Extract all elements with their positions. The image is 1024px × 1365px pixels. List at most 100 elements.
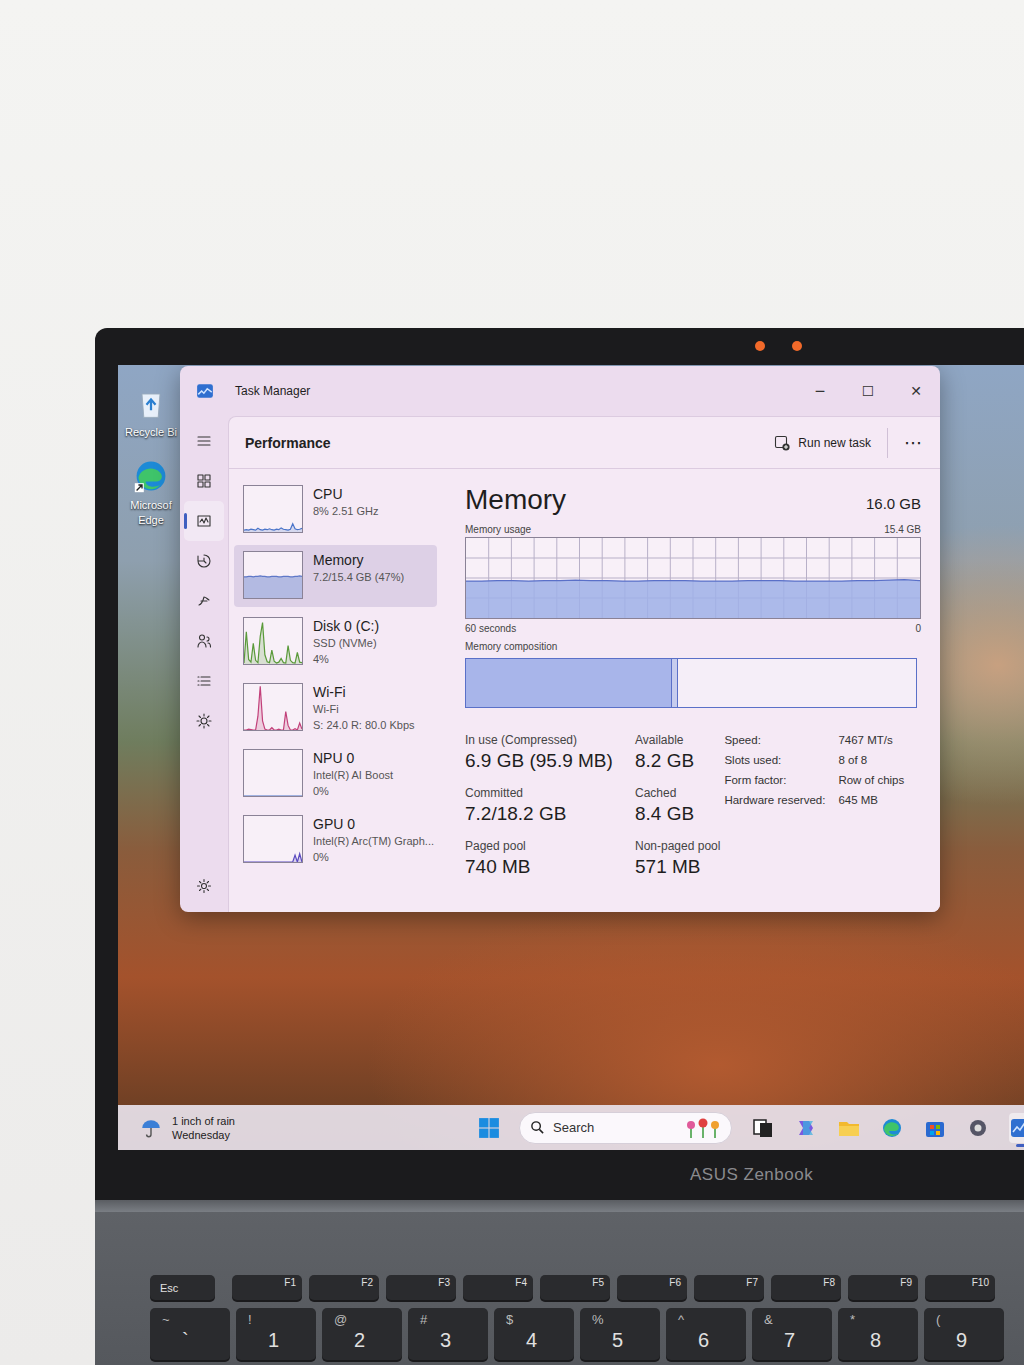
taskbar-app[interactable] [794,1113,818,1143]
resource-item[interactable]: NPU 0 Intel(R) AI Boost0% [234,743,437,805]
key-symbol: & [764,1312,820,1328]
spec-value: 8 of 8 [838,753,904,768]
key[interactable]: Esc [150,1275,215,1300]
taskbar-app[interactable] [1009,1113,1024,1143]
photo: Recycle Bi MicrosofEdge Task Manager ─☐✕… [0,0,1024,1365]
stat-value: 8.2 GB [635,748,720,773]
resource-detail: 4% [313,651,379,667]
key[interactable]: F6 [617,1275,687,1300]
taskbar-app[interactable] [751,1113,775,1143]
key[interactable]: F7 [694,1275,764,1300]
key-label: ` [162,1328,218,1352]
taskbar-app[interactable] [966,1113,990,1143]
number-key-row: ~ `! 1@ 2# 3$ 4% 5^ 6& 7* 8( 9 [150,1308,1024,1360]
stat-value: 7.2/18.2 GB [465,801,635,826]
nav-rail [180,416,228,912]
resource-item[interactable]: Disk 0 (C:) SSD (NVMe)4% [234,611,437,673]
key-label: F2 [361,1277,373,1289]
composition-title: Memory composition [465,640,921,653]
active-indicator [1016,1144,1024,1147]
hinge [95,1200,1024,1212]
resource-item[interactable]: Wi-Fi Wi-FiS: 24.0 R: 80.0 Kbps [234,677,437,739]
key-label: 9 [936,1328,992,1352]
key-label: 5 [592,1328,648,1352]
key[interactable]: ~ ` [150,1308,230,1360]
spec-value: 7467 MT/s [838,733,904,748]
time-span: 60 seconds [465,622,516,635]
taskbar-app[interactable] [923,1113,947,1143]
window-control-button[interactable]: ─ [796,383,844,399]
key[interactable]: # 3 [408,1308,488,1360]
key[interactable]: F3 [386,1275,456,1300]
stat-label: Cached [635,786,720,801]
stats-grid: In use (Compressed) 6.9 GB (95.9 MB)Avai… [465,733,720,879]
key[interactable]: * 8 [838,1308,918,1360]
nav-icon [196,513,212,529]
key[interactable]: % 5 [580,1308,660,1360]
resource-name: GPU 0 [313,815,434,833]
nav-item[interactable] [184,421,224,461]
memory-stats: In use (Compressed) 6.9 GB (95.9 MB)Avai… [465,733,921,879]
key[interactable]: $ 4 [494,1308,574,1360]
windows-start-icon[interactable] [478,1117,500,1139]
resource-item[interactable]: Memory 7.2/15.4 GB (47%) [234,545,437,607]
taskbar-app[interactable] [837,1113,861,1143]
key-symbol: $ [506,1312,562,1328]
key-symbol: @ [334,1312,390,1328]
key[interactable]: @ 2 [322,1308,402,1360]
stat-label: Non-paged pool [635,839,720,854]
resource-item[interactable]: GPU 0 Intel(R) Arc(TM) Graph...0% [234,809,437,871]
spec-label: Speed: [724,733,838,748]
composition-segment[interactable] [672,659,678,707]
window-control-button[interactable]: ☐ [844,383,892,399]
more-button[interactable]: ⋯ [900,432,926,453]
desktop-icon-label: Microsof [130,498,172,513]
nav-item[interactable] [184,581,224,621]
window-body: Performance Run new task ⋯ CPU 8% 2.51 G… [180,416,940,912]
stat-value: 8.4 GB [635,801,720,826]
key[interactable]: F1 [232,1275,302,1300]
key-label: 4 [506,1328,562,1352]
desktop-icon[interactable]: Recycle Bi [125,385,177,440]
taskbar-apps: Search [478,1112,1024,1144]
weather-widget[interactable]: 1 inch of rainWednesday [140,1114,478,1142]
weather-line: 1 inch of rain [172,1114,235,1128]
key-label: 2 [334,1328,390,1352]
task-manager-window[interactable]: Task Manager ─☐✕ Performance Run new tas… [180,366,940,912]
run-new-task-button[interactable]: Run new task [768,431,877,455]
run-task-icon [774,435,790,451]
nav-item[interactable] [184,661,224,701]
key[interactable]: F5 [540,1275,610,1300]
key[interactable]: & 7 [752,1308,832,1360]
resource-item[interactable]: CPU 8% 2.51 GHz [234,479,437,541]
key[interactable]: F8 [771,1275,841,1300]
nav-item[interactable] [184,461,224,501]
nav-item[interactable] [184,621,224,661]
key[interactable]: ! 1 [236,1308,316,1360]
resource-detail: SSD (NVMe) [313,635,379,651]
nav-item[interactable] [184,866,224,906]
composition-segment[interactable] [466,659,672,707]
desktop-icon[interactable]: MicrosofEdge [130,458,172,528]
nav-item[interactable] [184,701,224,741]
resource-text: NPU 0 Intel(R) AI Boost0% [313,749,393,799]
window-control-button[interactable]: ✕ [892,383,940,399]
key[interactable]: F9 [848,1275,918,1300]
nav-item[interactable] [184,501,224,541]
chart-max: 15.4 GB [884,523,921,536]
app-icon [966,1116,990,1140]
key[interactable]: ( 9 [924,1308,1004,1360]
stat: Non-paged pool 571 MB [635,839,720,879]
key[interactable]: F4 [463,1275,533,1300]
key-symbol: ( [936,1312,992,1328]
spec-value: Row of chips [838,773,904,788]
search-box[interactable]: Search [519,1112,732,1144]
taskbar-app[interactable] [880,1113,904,1143]
key[interactable]: ^ 6 [666,1308,746,1360]
key-label: 7 [764,1328,820,1352]
key[interactable]: F2 [309,1275,379,1300]
resource-text: Wi-Fi Wi-FiS: 24.0 R: 80.0 Kbps [313,683,415,733]
key-label: 3 [420,1328,476,1352]
nav-item[interactable] [184,541,224,581]
key[interactable]: F10 [925,1275,995,1300]
